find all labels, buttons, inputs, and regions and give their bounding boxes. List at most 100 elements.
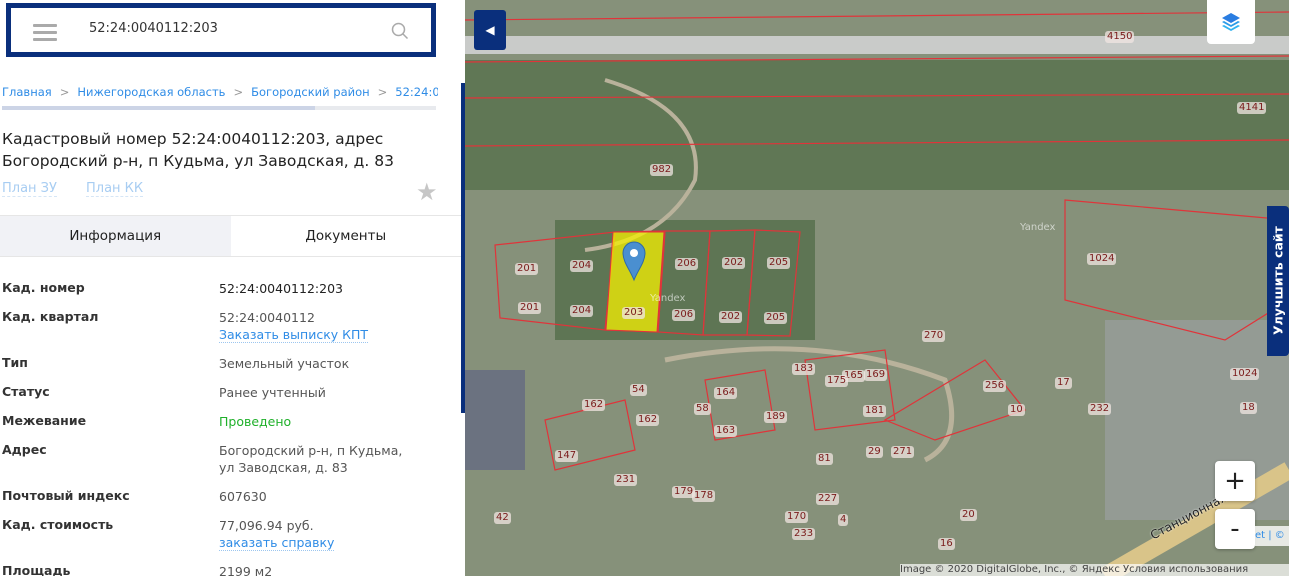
order-certificate-link[interactable]: заказать справку: [219, 535, 335, 551]
row-value: 607630: [219, 489, 267, 504]
breadcrumb-region[interactable]: Нижегородская область: [77, 85, 225, 99]
row-value: 77,096.94 руб. заказать справку: [219, 517, 335, 551]
map[interactable]: Yandex Yandex: [465, 0, 1289, 576]
favorite-star-icon[interactable]: ★: [416, 180, 438, 204]
breadcrumb-home[interactable]: Главная: [2, 85, 52, 99]
tab-documents[interactable]: Документы: [231, 216, 462, 256]
parcel-label[interactable]: 206: [672, 309, 696, 321]
row-label: Кад. номер: [2, 280, 85, 295]
row-value-text: 77,096.94 руб.: [219, 518, 314, 533]
map-watermark: Yandex: [650, 293, 686, 304]
chevron-left-icon: ◀: [485, 23, 495, 37]
parcel-label[interactable]: 29: [866, 446, 883, 458]
parcel-label[interactable]: 202: [722, 257, 746, 269]
parcel-label[interactable]: 982: [650, 164, 674, 176]
parcel-label[interactable]: 1024: [1087, 253, 1117, 265]
parcel-label[interactable]: 4150: [1105, 31, 1135, 43]
search-input[interactable]: [89, 21, 369, 36]
row-value: 52:24:0040112 Заказать выписку КПТ: [219, 309, 369, 343]
parcel-label[interactable]: 169: [864, 369, 888, 381]
parcel-label[interactable]: 164: [714, 387, 738, 399]
parcel-label[interactable]: 163: [714, 425, 738, 437]
parcel-label[interactable]: 183: [792, 363, 816, 375]
parcel-label[interactable]: 54: [630, 384, 647, 396]
zoom-out-button[interactable]: -: [1215, 509, 1255, 549]
parcel-label[interactable]: 201: [518, 302, 542, 314]
layers-icon: [1222, 13, 1240, 31]
tab-information[interactable]: Информация: [0, 216, 231, 256]
parcel-label[interactable]: 170: [785, 511, 809, 523]
row-label: Площадь: [2, 563, 71, 576]
parcel-label[interactable]: 189: [764, 411, 788, 423]
parcel-label[interactable]: 162: [582, 399, 606, 411]
parcel-label[interactable]: 205: [767, 257, 791, 269]
row-value-line1: Богородский р-н, п Кудьма,: [219, 443, 403, 458]
parcel-label[interactable]: 231: [614, 474, 638, 486]
row-label: Почтовый индекс: [2, 488, 130, 503]
zoom-in-button[interactable]: +: [1215, 461, 1255, 501]
parcel-label[interactable]: 147: [555, 450, 579, 462]
menu-icon[interactable]: [33, 24, 57, 42]
row-label: Тип: [2, 355, 28, 370]
parcel-label[interactable]: 203: [622, 307, 646, 319]
parcel-label[interactable]: 16: [938, 538, 955, 550]
search-bar: [6, 3, 436, 57]
parcel-label[interactable]: 4141: [1237, 102, 1267, 114]
row-value: Ранее учтенный: [219, 385, 326, 400]
row-value: 52:24:0040112:203: [219, 281, 343, 296]
row-value-line2: ул Заводская, д. 83: [219, 460, 348, 475]
breadcrumb-current[interactable]: 52:24:0: [395, 85, 438, 99]
parcel-label[interactable]: 178: [692, 490, 716, 502]
parcel-label[interactable]: 162: [636, 414, 660, 426]
parcel-label[interactable]: 81: [816, 453, 833, 465]
attribution-link[interactable]: et | ©: [1255, 526, 1289, 546]
collapse-panel-button[interactable]: ◀: [474, 10, 506, 50]
parcel-label[interactable]: 175: [825, 375, 849, 387]
parcel-label[interactable]: 202: [719, 311, 743, 323]
breadcrumb: Главная > Нижегородская область > Богородски…: [2, 85, 438, 99]
plan-kk-link[interactable]: План КК: [86, 181, 144, 197]
parcel-label[interactable]: 1024: [1230, 368, 1260, 380]
parcel-label[interactable]: 270: [922, 330, 946, 342]
row-label: Адрес: [2, 442, 47, 457]
row-value: 2199 м2: [219, 564, 273, 576]
plan-zu-link[interactable]: План ЗУ: [2, 181, 57, 197]
parcel-label[interactable]: 17: [1055, 377, 1072, 389]
improve-site-button[interactable]: Улучшить сайт: [1267, 206, 1289, 356]
breadcrumb-district[interactable]: Богородский район: [251, 85, 370, 99]
parcel-label[interactable]: 42: [494, 512, 511, 524]
parcel-label[interactable]: 256: [983, 380, 1007, 392]
order-kpt-link[interactable]: Заказать выписку КПТ: [219, 327, 369, 343]
map-watermark: Yandex: [1020, 222, 1056, 233]
parcel-label[interactable]: 18: [1240, 402, 1257, 414]
parcel-label[interactable]: 201: [515, 263, 539, 275]
row-label: Статус: [2, 384, 50, 399]
tabs: Информация Документы: [0, 215, 461, 257]
row-label: Кад. стоимость: [2, 517, 114, 532]
parcel-label[interactable]: 232: [1088, 403, 1112, 415]
layers-button[interactable]: [1207, 0, 1255, 44]
parcel-label[interactable]: 20: [960, 509, 977, 521]
row-label: Межевание: [2, 413, 87, 428]
parcel-label[interactable]: 206: [675, 258, 699, 270]
parcel-label[interactable]: 271: [891, 446, 915, 458]
breadcrumb-scrollbar[interactable]: [2, 106, 436, 110]
search-icon[interactable]: [391, 22, 409, 40]
parcel-label[interactable]: 10: [1008, 404, 1025, 416]
parcel-label[interactable]: 205: [764, 312, 788, 324]
row-value: Земельный участок: [219, 356, 350, 371]
parcel-label[interactable]: 4: [838, 514, 849, 526]
parcel-label[interactable]: 227: [816, 493, 840, 505]
parcel-label[interactable]: 204: [570, 260, 594, 272]
parcel-label[interactable]: 233: [792, 528, 816, 540]
row-value: Богородский р-н, п Кудьма, ул Заводская, …: [219, 442, 402, 476]
parcel-label[interactable]: 204: [570, 305, 594, 317]
map-attribution[interactable]: Image © 2020 DigitalGlobe, Inc., © Яндек…: [900, 564, 1289, 576]
row-value: Проведено: [219, 414, 292, 429]
parcel-label[interactable]: 181: [863, 405, 887, 417]
row-label: Кад. квартал: [2, 309, 99, 324]
map-imagery: [465, 0, 1289, 576]
row-value-text: 52:24:0040112: [219, 310, 315, 325]
parcel-label[interactable]: 58: [694, 403, 711, 415]
info-panel: Главная>Нижегородская область>Богородски…: [0, 0, 465, 576]
